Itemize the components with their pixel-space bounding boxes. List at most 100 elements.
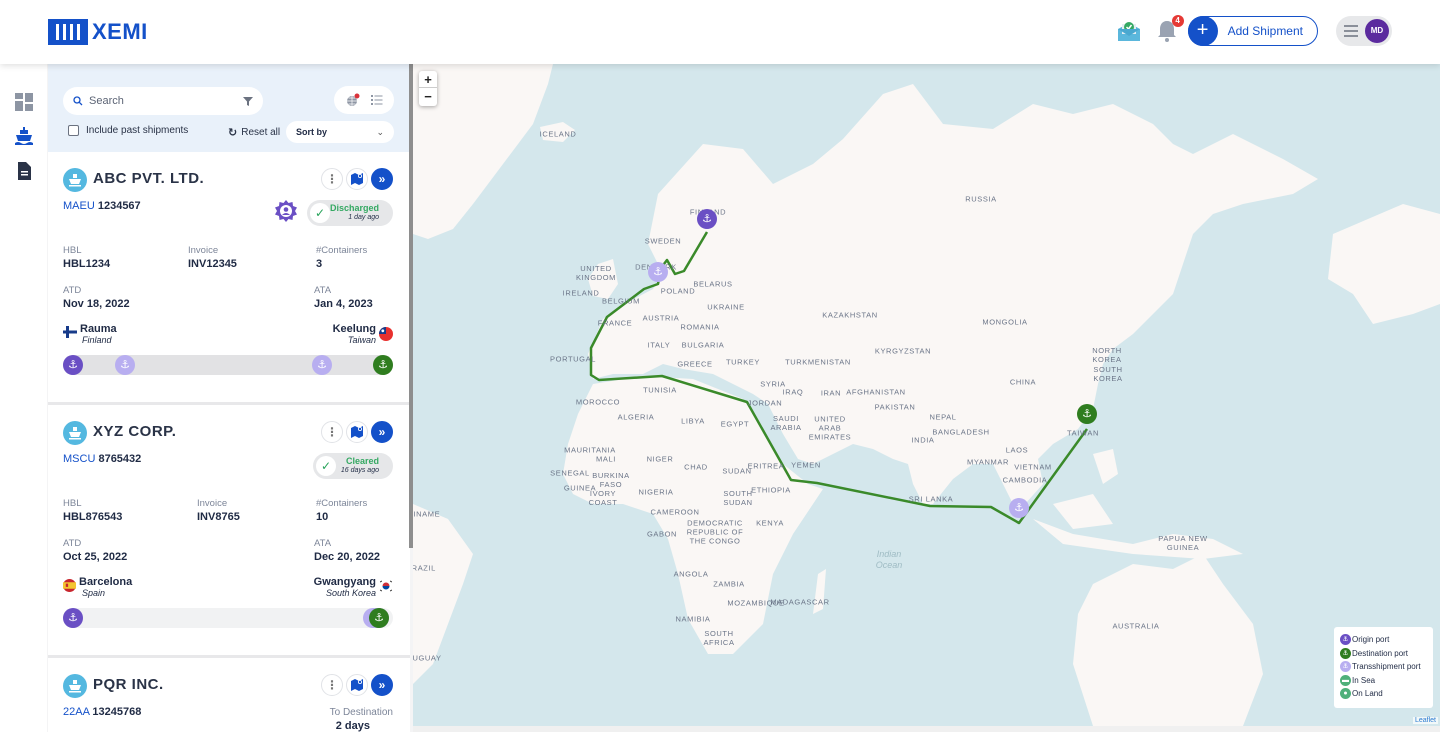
country-label: UNITED ARAB EMIRATES — [808, 414, 852, 442]
map-view-icon[interactable] — [346, 93, 360, 107]
country-label: PAKISTAN — [874, 402, 916, 412]
document-icon — [18, 162, 31, 180]
agent-gear-icon[interactable] — [274, 199, 298, 223]
legend-item-transshipment: ⚓ Transshipment port — [1340, 660, 1427, 674]
reset-all-button[interactable]: ↻ Reset all — [228, 126, 280, 139]
leaflet-attribution[interactable]: Leaflet — [1412, 717, 1438, 724]
sort-by-label: Sort by — [296, 127, 328, 137]
shipment-panel: Search Include past shipments ↻ Reset al… — [48, 64, 410, 732]
logo-text: XEMI — [92, 19, 148, 44]
country-label: DEMOCRATIC REPUBLIC OF THE CONGO — [686, 518, 744, 546]
shipment-card[interactable]: ABC PVT. LTD. ⋮ » MAEU 1234567 ✓ Dischar… — [48, 152, 410, 405]
country-label: PORTUGAL — [550, 354, 596, 364]
destination-anchor-icon[interactable]: ⚓ — [369, 608, 389, 628]
transshipment-anchor-icon[interactable]: ⚓ — [115, 355, 135, 375]
nav-shipments[interactable] — [14, 126, 34, 146]
country-label: TURKMENISTAN — [785, 357, 851, 367]
chevron-down-icon: ⌄ — [376, 126, 384, 137]
expand-button[interactable]: » — [371, 421, 393, 443]
avatar: MD — [1365, 19, 1389, 43]
route-progress: ⚓ ⚓ — [63, 608, 393, 628]
zoom-out-button[interactable]: − — [419, 88, 437, 105]
status-label: To Destination — [329, 707, 393, 718]
country-label: TURKEY — [725, 357, 761, 367]
more-vertical-icon: ⋮ — [326, 172, 338, 186]
country-label: UKRAINE — [707, 302, 745, 312]
destination-port-marker[interactable]: ⚓ — [1077, 404, 1097, 424]
origin-anchor-icon[interactable]: ⚓ — [63, 355, 83, 375]
country-label: BURKINA FASO — [592, 471, 630, 489]
origin-port-marker[interactable]: ⚓ — [697, 209, 717, 229]
atd-field: ATD Nov 18, 2022 — [63, 285, 130, 310]
sort-by-select[interactable]: Sort by ⌄ — [286, 121, 394, 143]
country-label: URUGUAY — [413, 653, 442, 663]
filter-bar: Search Include past shipments ↻ Reset al… — [48, 64, 410, 152]
hbl-field: HBL HBL876543 — [63, 498, 123, 523]
filter-icon[interactable] — [243, 96, 253, 106]
include-past-checkbox[interactable] — [68, 125, 79, 136]
transshipment-anchor-icon[interactable]: ⚓ — [312, 355, 332, 375]
map-view[interactable]: ICELANDRUSSIASWEDENFINLANDDENMARKUNITED … — [413, 64, 1440, 726]
map-canvas — [413, 64, 1440, 726]
landmass-madagascar — [813, 569, 826, 614]
transshipment-port-marker[interactable]: ⚓ — [648, 262, 668, 282]
legend-item-on-land: ● On Land — [1340, 687, 1427, 701]
more-vertical-icon: ⋮ — [326, 425, 338, 439]
country-label: CAMEROON — [650, 507, 700, 517]
country-label: CHINA — [1009, 377, 1037, 387]
left-nav — [0, 64, 47, 732]
mail-check-icon[interactable] — [1116, 20, 1142, 42]
include-past-toggle[interactable]: Include past shipments — [68, 125, 188, 136]
user-menu[interactable]: MD — [1336, 16, 1392, 46]
country-label: CHAD — [684, 462, 708, 472]
ship-icon: ▬ — [1340, 674, 1351, 686]
ship-icon — [63, 168, 87, 192]
search-input[interactable]: Search — [63, 87, 263, 115]
more-options-button[interactable]: ⋮ — [321, 421, 343, 443]
list-view-icon[interactable] — [370, 95, 383, 105]
origin-port: Rauma Finland — [63, 323, 117, 345]
nav-dashboard[interactable] — [14, 92, 34, 112]
destination-anchor-icon[interactable]: ⚓ — [373, 355, 393, 375]
map-button[interactable] — [346, 421, 368, 443]
country-label: SOUTH KOREA — [1093, 365, 1123, 383]
country-label: ROMANIA — [680, 322, 720, 332]
add-shipment-button[interactable]: + Add Shipment — [1187, 16, 1318, 46]
shipment-card[interactable]: XYZ CORP. ⋮ » MSCU 8765432 ✓ Cleared 16 … — [48, 405, 410, 658]
map-icon — [351, 173, 363, 185]
country-label: NEPAL — [929, 412, 957, 422]
notification-badge: 4 — [1171, 15, 1184, 27]
bell-icon[interactable]: 4 — [1156, 15, 1184, 43]
more-options-button[interactable]: ⋮ — [321, 168, 343, 190]
landmass-philippines — [1093, 449, 1118, 484]
shipment-card[interactable]: PQR INC. ⋮ » 22AA 13245768 To Destinatio… — [48, 658, 410, 732]
country-label: PAPUA NEW GUINEA — [1158, 534, 1208, 552]
zoom-in-button[interactable]: + — [419, 71, 437, 88]
reference-number: 1234567 — [97, 200, 141, 212]
company-name: XYZ CORP. — [93, 423, 177, 440]
expand-button[interactable]: » — [371, 674, 393, 696]
country-label: MYANMAR — [967, 457, 1009, 467]
country-label: RUSSIA — [965, 194, 997, 204]
map-button[interactable] — [346, 674, 368, 696]
landmass-alaska — [1328, 204, 1440, 324]
map-icon — [351, 679, 363, 691]
add-shipment-label: Add Shipment — [1227, 24, 1303, 38]
anchor-icon: ⚓ — [1340, 661, 1351, 673]
more-options-button[interactable]: ⋮ — [321, 674, 343, 696]
expand-button[interactable]: » — [371, 168, 393, 190]
origin-anchor-icon[interactable]: ⚓ — [63, 608, 83, 628]
country-label: MONGOLIA — [982, 317, 1028, 327]
country-label: BANGLADESH — [932, 427, 990, 437]
landmass-indonesia — [1033, 494, 1243, 559]
status-time: 16 days ago — [340, 467, 379, 474]
double-chevron-right-icon: » — [378, 425, 386, 439]
country-label: POLAND — [660, 286, 696, 296]
legend-item-destination: ⚓ Destination port — [1340, 647, 1427, 661]
nav-documents[interactable] — [14, 161, 34, 181]
map-button[interactable] — [346, 168, 368, 190]
pin-icon: ● — [1340, 688, 1351, 700]
transshipment-port-marker[interactable]: ⚓ — [1009, 498, 1029, 518]
taiwan-flag-icon — [379, 327, 393, 341]
logo[interactable]: XEMI — [48, 18, 148, 46]
